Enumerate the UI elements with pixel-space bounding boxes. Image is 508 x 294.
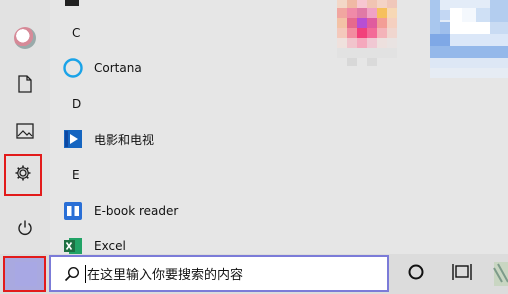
start-button-highlight <box>15 262 37 286</box>
app-label: 电影和电视 <box>94 132 155 147</box>
task-view-icon <box>452 263 472 285</box>
movies-tv-icon <box>62 128 84 150</box>
pictures-icon <box>16 123 34 143</box>
search-icon <box>63 265 81 283</box>
cortana-circle-icon <box>407 263 425 285</box>
start-button[interactable] <box>3 256 46 292</box>
ebook-reader-icon <box>62 200 84 222</box>
partial-app-icon <box>65 0 79 6</box>
tile-thumbnails <box>337 0 508 78</box>
cortana-icon <box>62 57 84 79</box>
app-cortana[interactable]: Cortana <box>62 55 142 81</box>
settings-icon <box>14 164 32 186</box>
app-label: E-book reader <box>94 204 179 218</box>
text-caret <box>85 264 86 283</box>
app-label: Excel <box>94 239 126 253</box>
start-rail <box>0 0 50 254</box>
settings-button[interactable] <box>4 154 42 196</box>
documents-icon <box>17 75 33 97</box>
avatar <box>14 27 36 49</box>
power-button[interactable] <box>3 210 47 250</box>
letter-header-e[interactable]: E <box>72 168 80 182</box>
app-label: Cortana <box>94 61 142 75</box>
app-movies-tv[interactable]: 电影和电视 <box>62 126 154 152</box>
taskbar: 在这里输入你要搜索的内容 <box>0 254 508 294</box>
search-placeholder: 在这里输入你要搜索的内容 <box>87 268 244 283</box>
letter-header-d[interactable]: D <box>72 97 81 111</box>
task-view-button[interactable] <box>450 262 474 286</box>
pictures-button[interactable] <box>3 113 47 153</box>
taskbar-app-partial[interactable] <box>490 258 508 290</box>
user-account-button[interactable] <box>3 18 47 58</box>
power-icon <box>16 219 34 241</box>
letter-header-c[interactable]: C <box>72 26 80 40</box>
documents-button[interactable] <box>3 66 47 106</box>
app-ebook-reader[interactable]: E-book reader <box>62 198 178 224</box>
cortana-button[interactable] <box>404 262 428 286</box>
partial-app-thumbnail <box>493 262 508 286</box>
start-menu: C Cortana D 电影和电视 E E-book reader Excel <box>0 0 508 254</box>
taskbar-search-box[interactable]: 在这里输入你要搜索的内容 <box>49 255 389 292</box>
live-tiles[interactable] <box>325 0 508 254</box>
